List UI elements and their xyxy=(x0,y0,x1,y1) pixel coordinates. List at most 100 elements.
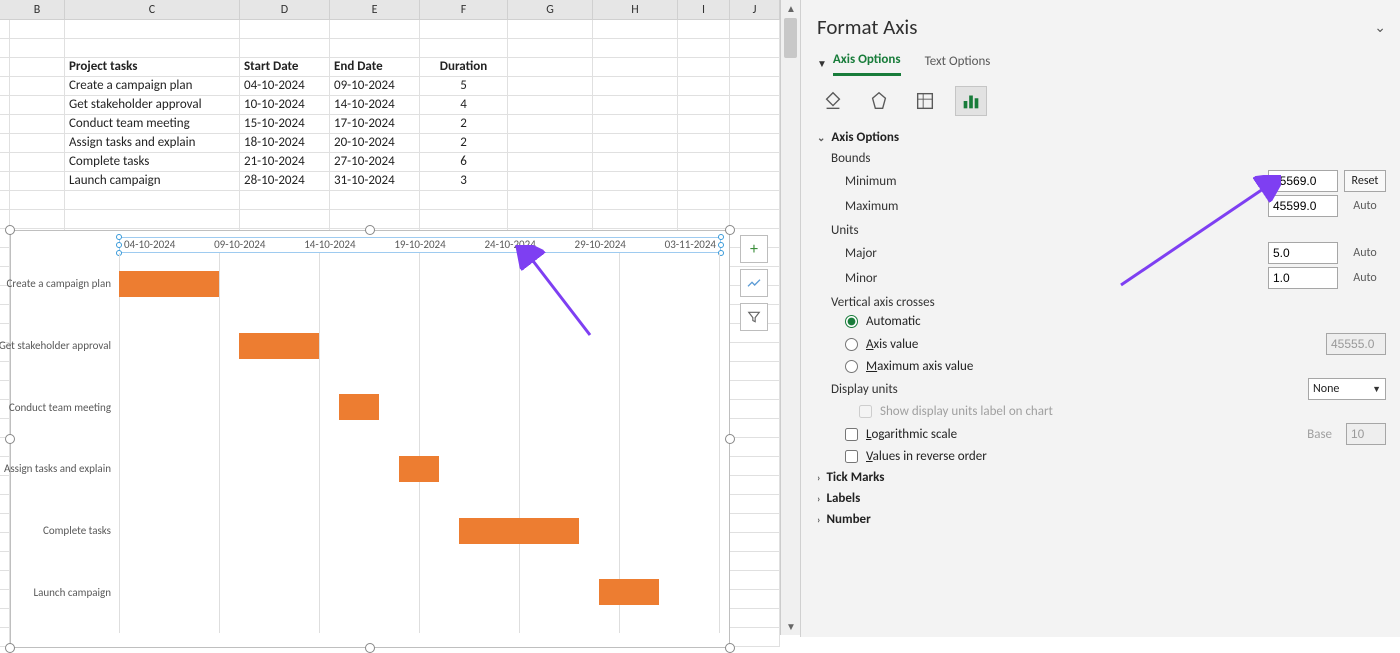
cell-start[interactable]: 10-10-2024 xyxy=(240,96,330,114)
gantt-bar[interactable] xyxy=(119,271,219,297)
chart-add-element-button[interactable]: + xyxy=(740,235,768,263)
cell-end[interactable]: 14-10-2024 xyxy=(330,96,420,114)
major-input[interactable] xyxy=(1268,242,1338,264)
vertical-scrollbar[interactable]: ▲ ▼ xyxy=(780,0,800,635)
col-head-f[interactable]: F xyxy=(420,0,508,19)
scroll-down-icon[interactable]: ▼ xyxy=(786,620,796,633)
axis-handle[interactable] xyxy=(718,234,724,240)
gantt-bar[interactable] xyxy=(239,333,319,359)
section-axis-options[interactable]: ⌄ Axis Options xyxy=(817,130,1386,145)
section-labels[interactable]: › Labels xyxy=(817,491,1386,506)
size-properties-icon[interactable] xyxy=(909,86,941,116)
resize-handle[interactable] xyxy=(5,643,15,653)
cell-start[interactable]: 21-10-2024 xyxy=(240,153,330,171)
table-row[interactable]: Get stakeholder approval10-10-202414-10-… xyxy=(0,96,780,115)
cell-task[interactable]: Conduct team meeting xyxy=(65,115,240,133)
plot-area[interactable]: Create a campaign planGet stakeholder ap… xyxy=(119,253,721,633)
col-head-h[interactable]: H xyxy=(593,0,678,19)
resize-handle[interactable] xyxy=(5,434,15,444)
th-duration[interactable]: Duration xyxy=(420,58,508,76)
axis-handle[interactable] xyxy=(718,242,724,248)
tab-axis-options[interactable]: Axis Options xyxy=(833,50,901,76)
vac-axis-value-radio[interactable] xyxy=(845,338,858,351)
cell-duration[interactable]: 3 xyxy=(420,172,508,190)
table-row[interactable]: Assign tasks and explain18-10-202420-10-… xyxy=(0,134,780,153)
cell-task[interactable]: Launch campaign xyxy=(65,172,240,190)
sheet-body[interactable]: Project tasks Start Date End Date Durati… xyxy=(0,20,780,635)
gantt-bar[interactable] xyxy=(599,579,659,605)
cell-start[interactable]: 18-10-2024 xyxy=(240,134,330,152)
cell-start[interactable]: 04-10-2024 xyxy=(240,77,330,95)
chart-filter-button[interactable] xyxy=(740,303,768,331)
scroll-up-icon[interactable]: ▲ xyxy=(786,2,796,15)
cell-end[interactable]: 20-10-2024 xyxy=(330,134,420,152)
cell-start[interactable]: 15-10-2024 xyxy=(240,115,330,133)
cell-task[interactable]: Assign tasks and explain xyxy=(65,134,240,152)
caret-right-icon: › xyxy=(817,513,820,526)
axis-handle[interactable] xyxy=(116,242,122,248)
resize-handle[interactable] xyxy=(365,225,375,235)
display-units-select[interactable]: None ▼ xyxy=(1308,378,1386,400)
table-row[interactable]: Create a campaign plan04-10-202409-10-20… xyxy=(0,77,780,96)
minimum-label: Minimum xyxy=(845,174,1268,189)
section-number[interactable]: › Number xyxy=(817,512,1386,527)
cell-task[interactable]: Complete tasks xyxy=(65,153,240,171)
table-row[interactable]: Complete tasks21-10-202427-10-20246 xyxy=(0,153,780,172)
log-scale-checkbox[interactable] xyxy=(845,428,858,441)
cell-duration[interactable]: 2 xyxy=(420,134,508,152)
col-head-i[interactable]: I xyxy=(678,0,730,19)
bounds-label: Bounds xyxy=(831,151,1386,166)
minimum-reset-button[interactable]: Reset xyxy=(1344,170,1386,192)
table-row[interactable]: Launch campaign28-10-202431-10-20243 xyxy=(0,172,780,191)
table-row[interactable]: Conduct team meeting15-10-202417-10-2024… xyxy=(0,115,780,134)
vac-automatic-radio[interactable] xyxy=(845,315,858,328)
cell-duration[interactable]: 2 xyxy=(420,115,508,133)
axis-options-icon[interactable] xyxy=(955,86,987,116)
axis-handle[interactable] xyxy=(116,234,122,240)
gantt-bar[interactable] xyxy=(459,518,579,544)
cell-duration[interactable]: 6 xyxy=(420,153,508,171)
resize-handle[interactable] xyxy=(725,643,735,653)
cell-task[interactable]: Create a campaign plan xyxy=(65,77,240,95)
gantt-chart[interactable]: 04-10-202409-10-202414-10-202419-10-2024… xyxy=(10,230,730,648)
cell-end[interactable]: 27-10-2024 xyxy=(330,153,420,171)
col-head-d[interactable]: D xyxy=(240,0,330,19)
section-tick-marks[interactable]: › Tick Marks xyxy=(817,470,1386,485)
resize-handle[interactable] xyxy=(725,225,735,235)
th-start-date[interactable]: Start Date xyxy=(240,58,330,76)
fill-line-icon[interactable] xyxy=(817,86,849,116)
resize-handle[interactable] xyxy=(365,643,375,653)
col-head-c[interactable]: C xyxy=(65,0,240,19)
chart-x-axis[interactable]: 04-10-202409-10-202414-10-202419-10-2024… xyxy=(119,237,721,253)
minor-input[interactable] xyxy=(1268,267,1338,289)
vac-max-radio[interactable] xyxy=(845,360,858,373)
section-tick-marks-label: Tick Marks xyxy=(826,470,884,485)
col-head-j[interactable]: J xyxy=(730,0,780,19)
resize-handle[interactable] xyxy=(5,225,15,235)
effects-icon[interactable] xyxy=(863,86,895,116)
cell-end[interactable]: 09-10-2024 xyxy=(330,77,420,95)
col-head-e[interactable]: E xyxy=(330,0,420,19)
tab-dropdown-icon[interactable]: ▼ xyxy=(817,57,827,70)
chart-styles-button[interactable] xyxy=(740,269,768,297)
cell-duration[interactable]: 5 xyxy=(420,77,508,95)
cell-end[interactable]: 17-10-2024 xyxy=(330,115,420,133)
base-input xyxy=(1346,423,1386,445)
reverse-order-checkbox[interactable] xyxy=(845,450,858,463)
gantt-bar[interactable] xyxy=(399,456,439,482)
cell-start[interactable]: 28-10-2024 xyxy=(240,172,330,190)
tab-text-options[interactable]: Text Options xyxy=(925,52,991,75)
gantt-bar[interactable] xyxy=(339,394,379,420)
cell-end[interactable]: 31-10-2024 xyxy=(330,172,420,190)
maximum-input[interactable] xyxy=(1268,195,1338,217)
th-end-date[interactable]: End Date xyxy=(330,58,420,76)
resize-handle[interactable] xyxy=(725,434,735,444)
minimum-input[interactable] xyxy=(1268,170,1338,192)
col-head-g[interactable]: G xyxy=(508,0,593,19)
pane-collapse-icon[interactable]: ⌄ xyxy=(1374,19,1386,36)
col-head-b[interactable]: B xyxy=(10,0,65,19)
cell-duration[interactable]: 4 xyxy=(420,96,508,114)
th-project-tasks[interactable]: Project tasks xyxy=(65,58,240,76)
cell-task[interactable]: Get stakeholder approval xyxy=(65,96,240,114)
scrollbar-thumb[interactable] xyxy=(784,18,797,58)
